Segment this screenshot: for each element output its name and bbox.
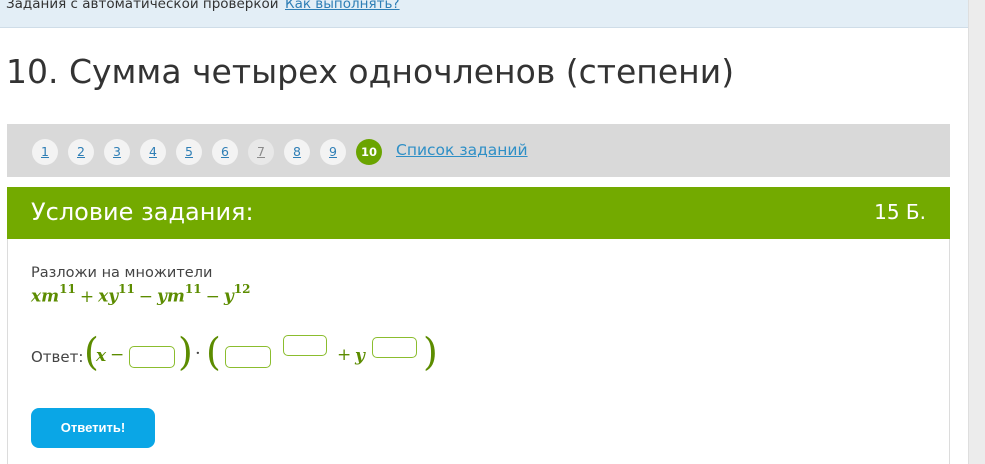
task-expression: xm11 + xy11− ym11− y12: [31, 282, 251, 307]
answer-plus: +: [337, 345, 352, 365]
task-link-5[interactable]: 5: [176, 139, 202, 165]
task-link-3[interactable]: 3: [104, 139, 130, 165]
task-link-2[interactable]: 2: [68, 139, 94, 165]
expr-term-4-base: y: [223, 286, 234, 307]
expr-term-2-exp: 11: [118, 282, 135, 296]
answer-label: Ответ:: [31, 348, 84, 366]
expr-term-3-base: ym: [157, 286, 185, 307]
answer-var-y: y: [355, 346, 365, 366]
expr-term-1-exp: 11: [59, 282, 76, 296]
answer-dot: ·: [195, 343, 201, 364]
task-card-header: Условие задания: 15 Б.: [7, 187, 950, 239]
page-scrollbar-gutter[interactable]: [968, 0, 985, 464]
expr-term-1-base: xm: [31, 286, 60, 307]
task-link-7[interactable]: 7: [248, 139, 274, 165]
task-link-9[interactable]: 9: [320, 139, 346, 165]
task-link-1[interactable]: 1: [32, 139, 58, 165]
left-paren-2: (: [206, 330, 221, 374]
breadcrumb-section: Задания с автоматической проверкой: [6, 0, 279, 12]
task-navigation: 1 2 3 4 5 6 7 8 9 10 Список заданий: [7, 124, 950, 177]
task-link-10-current[interactable]: 10: [356, 139, 382, 165]
task-points: 15 Б.: [874, 200, 926, 224]
expr-op-1: +: [79, 286, 95, 307]
right-paren-2: ): [423, 330, 438, 374]
expr-term-4-exp: 12: [233, 282, 251, 296]
task-link-8[interactable]: 8: [284, 139, 310, 165]
how-to-link[interactable]: Как выполнять?: [285, 0, 400, 12]
task-list-link[interactable]: Список заданий: [396, 141, 528, 159]
expr-term-3-exp: 11: [184, 282, 202, 296]
expr-term-2-base: xy: [98, 286, 119, 307]
answer-minus: −: [110, 345, 125, 365]
answer-exponent-input-1[interactable]: [283, 335, 327, 356]
expr-op-2: −: [138, 286, 154, 307]
answer-exponent-input-2[interactable]: [372, 337, 417, 358]
answer-input-1[interactable]: [129, 346, 175, 368]
top-breadcrumb-bar: Задания с автоматической проверкой Как в…: [0, 0, 968, 28]
answer-input-2[interactable]: [225, 346, 271, 368]
right-paren-1: ): [178, 330, 193, 374]
answer-var-x: x: [96, 346, 107, 366]
submit-answer-button[interactable]: Ответить!: [31, 408, 155, 448]
task-condition-title: Условие задания:: [31, 198, 254, 226]
task-link-6[interactable]: 6: [212, 139, 238, 165]
page-title: 10. Сумма четырех одночленов (степени): [6, 52, 735, 91]
expr-op-3: −: [205, 286, 220, 307]
task-link-4[interactable]: 4: [140, 139, 166, 165]
task-prompt: Разложи на множители: [31, 265, 213, 281]
